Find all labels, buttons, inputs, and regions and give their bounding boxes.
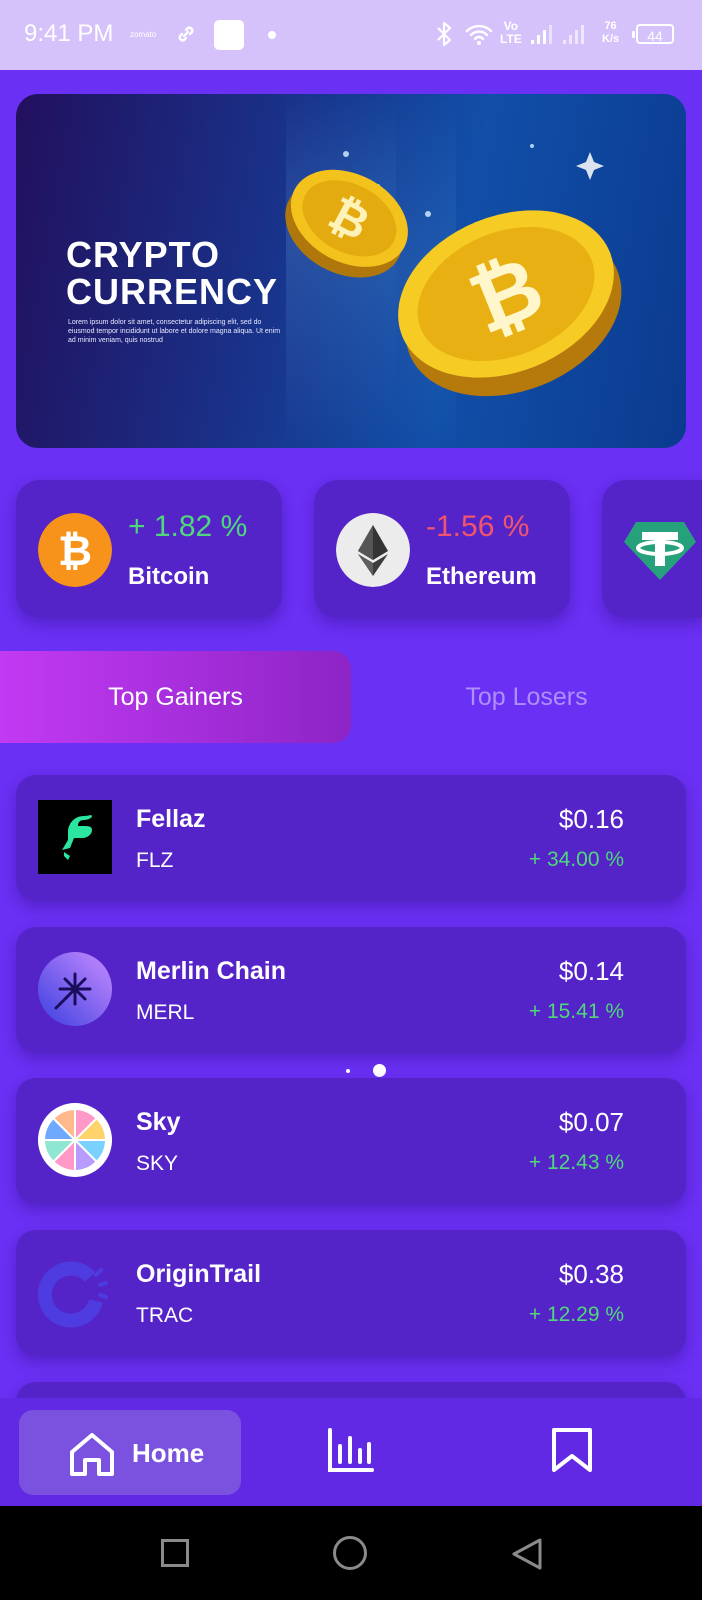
home-icon xyxy=(70,1433,114,1476)
merlin-chain-icon xyxy=(38,952,112,1026)
svg-text:₿: ₿ xyxy=(58,526,92,575)
list-item[interactable]: Merlin Chain MERL $0.14 + 15.41 % xyxy=(16,927,686,1053)
coin-name: OriginTrail xyxy=(136,1260,262,1288)
status-bar: 9:41 PM zomato Vo LTE 76 K/s 44 xyxy=(0,0,702,70)
network-type: Vo LTE xyxy=(500,19,522,46)
battery-indicator: 44 xyxy=(632,24,674,44)
bottom-navigation: Home xyxy=(0,1398,702,1506)
bitcoin-coin-large-image: ₿ xyxy=(398,210,622,397)
coin-symbol: TRAC xyxy=(136,1304,194,1327)
coin-price: $0.07 xyxy=(558,1107,624,1137)
coin-price: $0.38 xyxy=(558,1259,624,1289)
bluetooth-icon xyxy=(434,20,454,53)
status-time: 9:41 PM xyxy=(24,20,114,47)
network-speed: 76 K/s xyxy=(602,20,620,45)
tether-icon xyxy=(624,522,696,580)
list-item[interactable]: Sky SKY $0.07 + 12.43 % xyxy=(16,1078,686,1204)
bitcoin-icon: ₿ xyxy=(38,513,112,587)
ticker-name: Ethereum xyxy=(426,563,537,590)
coin-name: Merlin Chain xyxy=(136,957,287,985)
ticker-name: Bitcoin xyxy=(128,563,210,590)
list-item[interactable]: OriginTrail TRAC $0.38 + 12.29 % xyxy=(16,1230,686,1356)
signal-icon xyxy=(530,22,556,51)
coin-symbol: MERL xyxy=(136,1001,195,1024)
coin-change: + 12.43 % xyxy=(528,1151,624,1174)
notification-square-icon xyxy=(214,20,244,50)
nav-home-label: Home xyxy=(132,1438,205,1468)
list-item[interactable]: Fellaz FLZ $0.16 + 34.00 % xyxy=(16,775,686,901)
nav-home-button[interactable]: Home xyxy=(19,1410,241,1495)
ticker-card-tether[interactable] xyxy=(602,480,702,618)
coin-change: + 34.00 % xyxy=(528,848,624,871)
chart-icon[interactable] xyxy=(326,1426,376,1474)
coin-name: Sky xyxy=(136,1108,181,1136)
wifi-icon xyxy=(464,22,494,51)
ticker-card-bitcoin[interactable]: ₿ + 1.82 % Bitcoin xyxy=(16,480,282,618)
pager-dot-active xyxy=(373,1064,386,1077)
ethereum-icon xyxy=(336,513,410,587)
ticker-change: + 1.82 % xyxy=(128,510,248,543)
signal-secondary-icon xyxy=(562,22,588,51)
coin-change: + 15.41 % xyxy=(528,1000,624,1023)
coin-change: + 12.29 % xyxy=(528,1303,624,1326)
back-icon[interactable] xyxy=(510,1536,544,1572)
sky-icon xyxy=(38,1103,112,1177)
bookmark-icon[interactable] xyxy=(550,1426,594,1474)
coin-symbol: SKY xyxy=(136,1152,179,1175)
banner-subtitle: Lorem ipsum dolor sit amet, consectetur … xyxy=(68,319,281,344)
pager-dot xyxy=(346,1069,350,1073)
system-navigation-bar xyxy=(0,1506,702,1600)
ticker-card-ethereum[interactable]: -1.56 % Ethereum xyxy=(314,480,570,618)
coin-price: $0.16 xyxy=(558,804,624,834)
fellaz-icon xyxy=(38,800,112,874)
promo-banner[interactable]: CRYPTO CURRENCY Lorem ipsum dolor sit am… xyxy=(16,94,686,448)
banner-title: CRYPTO CURRENCY xyxy=(66,234,279,312)
recents-icon[interactable] xyxy=(161,1539,189,1567)
notification-dot-icon xyxy=(268,31,276,39)
coin-price: $0.14 xyxy=(558,956,624,986)
home-circle-icon[interactable] xyxy=(333,1536,367,1570)
tab-top-gainers[interactable]: Top Gainers xyxy=(0,651,351,743)
origintrail-icon xyxy=(38,1261,108,1328)
coin-name: Fellaz xyxy=(136,805,206,833)
tab-top-losers[interactable]: Top Losers xyxy=(351,651,702,743)
coin-symbol: FLZ xyxy=(136,849,174,872)
ticker-change: -1.56 % xyxy=(426,510,530,543)
link-icon xyxy=(174,22,198,51)
notification-app-icon: zomato xyxy=(130,30,157,39)
